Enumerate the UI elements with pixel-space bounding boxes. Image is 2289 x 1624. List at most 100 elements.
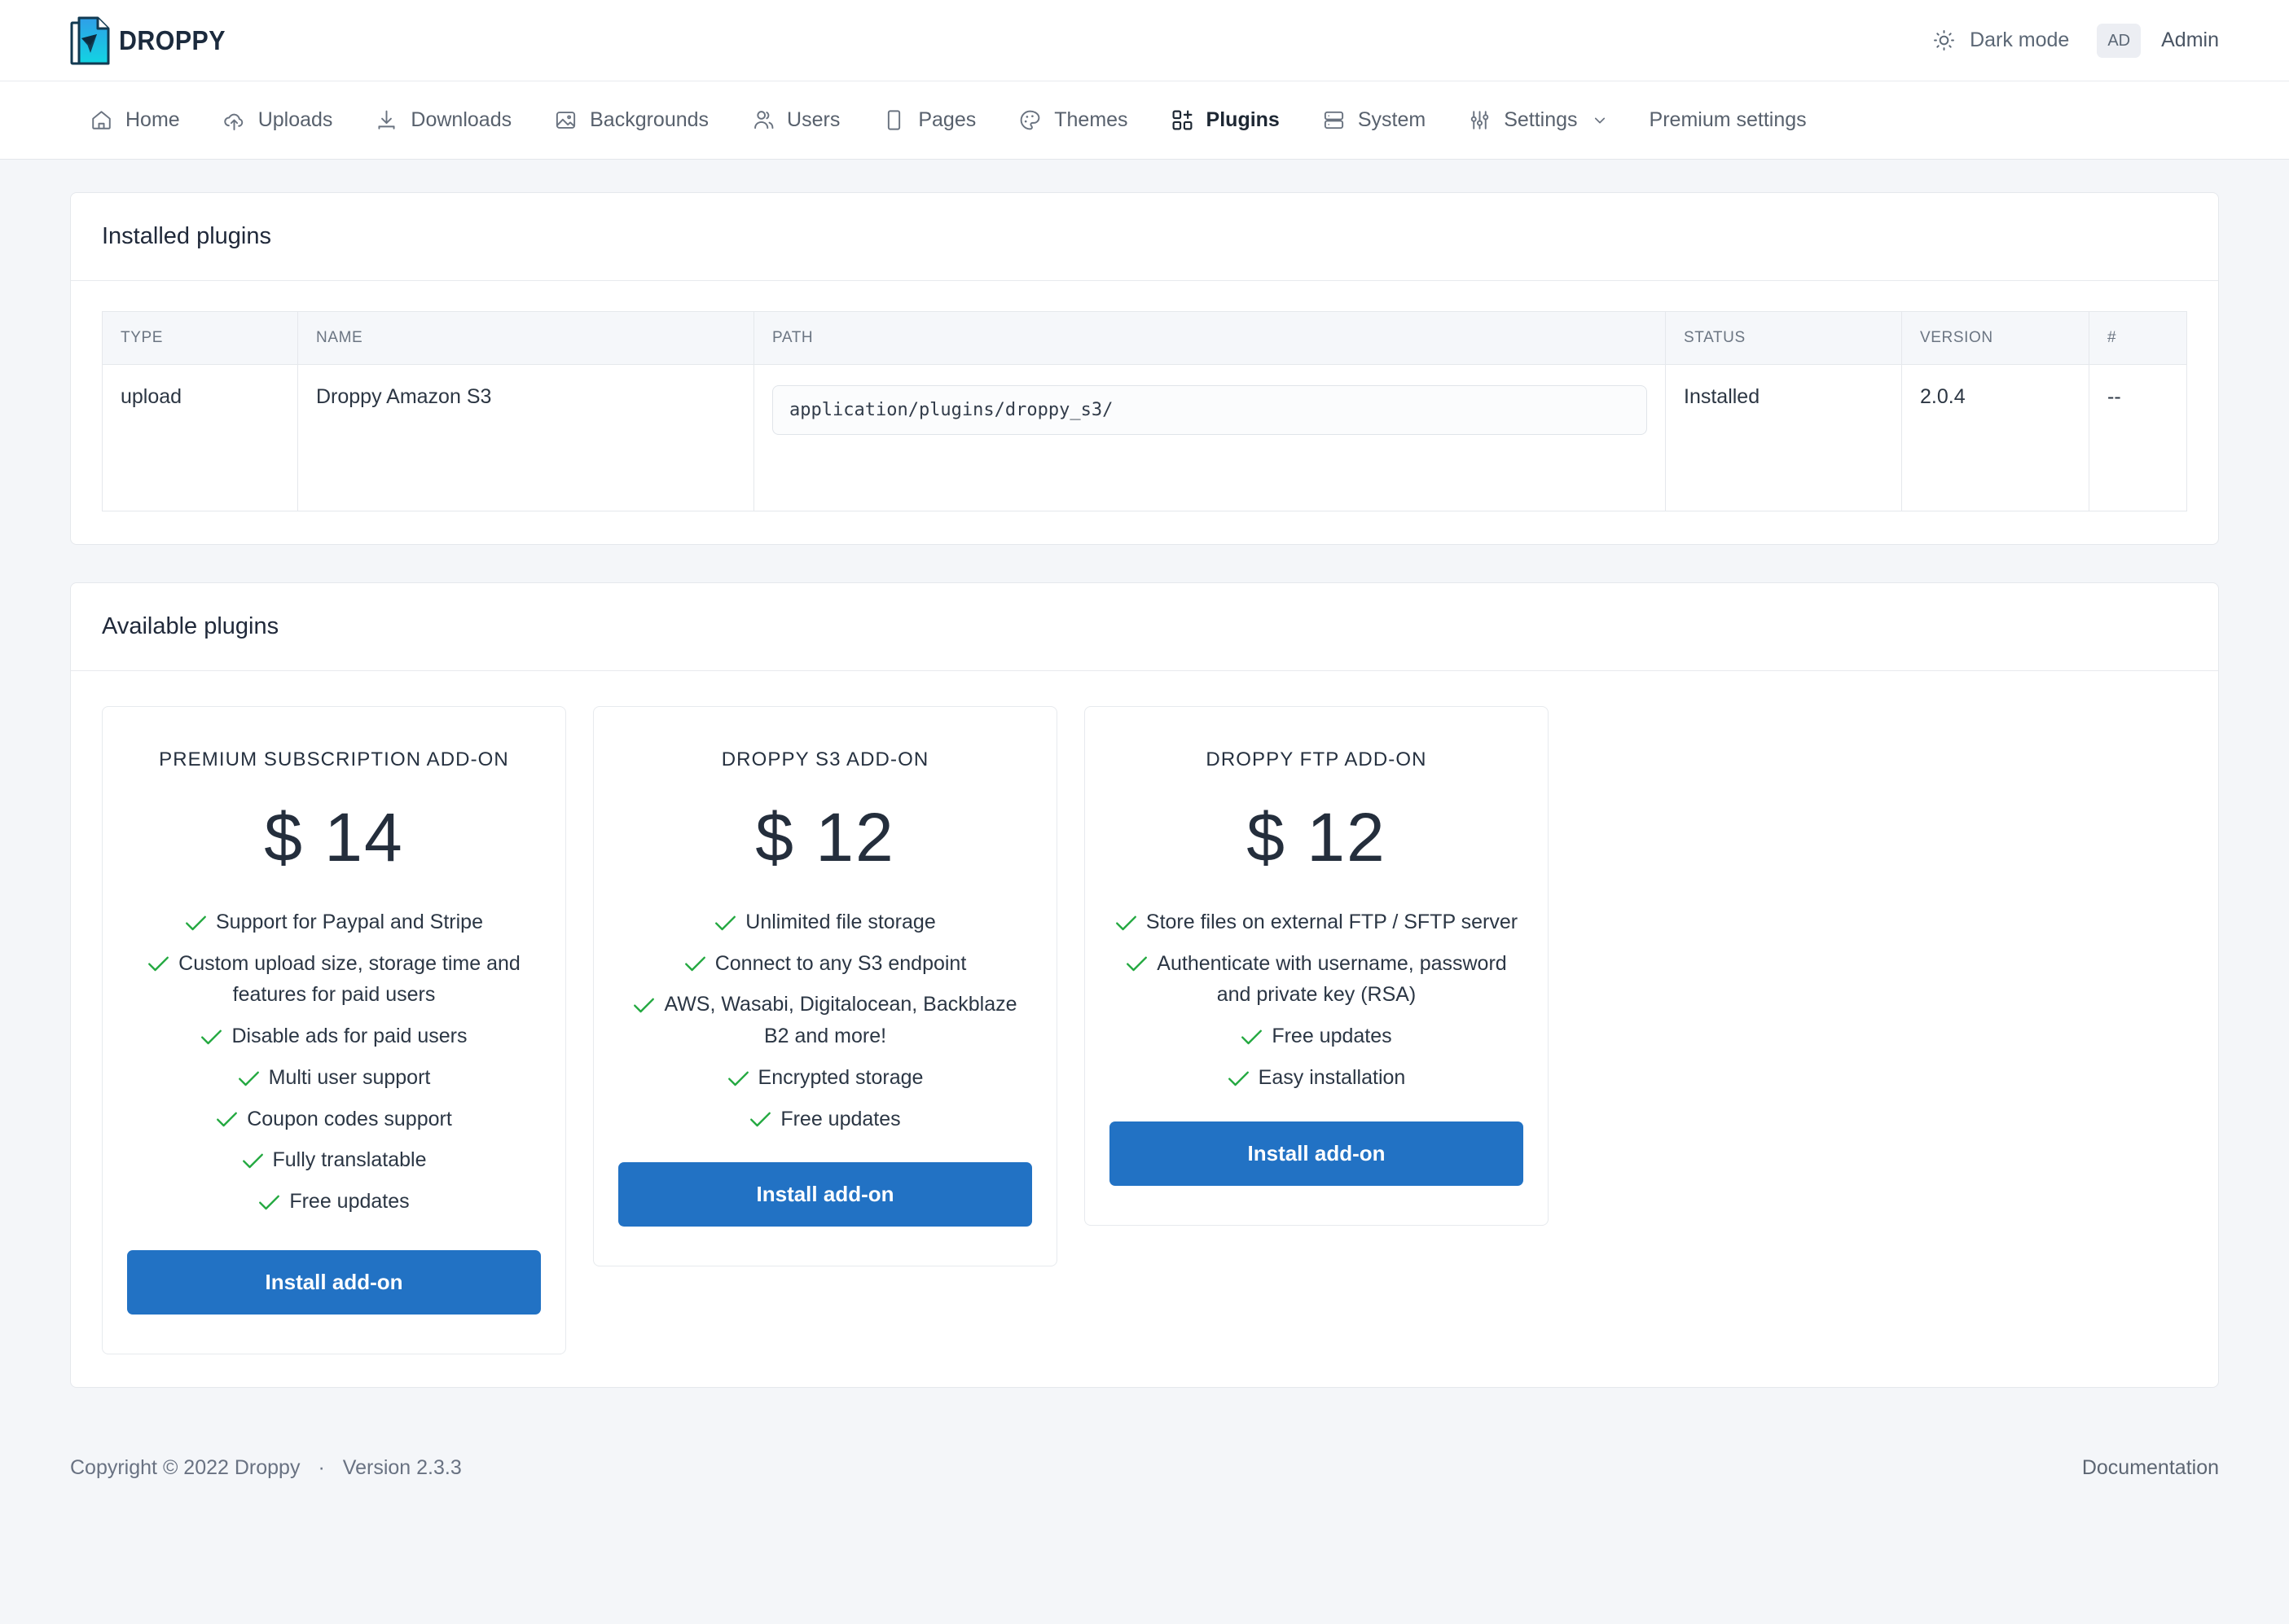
main-content: Installed plugins TYPE NAME PATH STATUS … <box>0 160 2289 1388</box>
feature-text: Disable ads for paid users <box>231 1025 468 1048</box>
cell-name: Droppy Amazon S3 <box>297 364 754 511</box>
brand-wordmark: DROPPY <box>119 24 226 55</box>
chevron-down-icon <box>1590 113 1607 128</box>
check-icon <box>1228 1064 1250 1086</box>
feature-text: Coupon codes support <box>247 1107 452 1130</box>
check-icon <box>1115 909 1137 930</box>
feature-item: Fully translatable <box>127 1144 541 1176</box>
feature-text: Encrypted storage <box>758 1065 924 1089</box>
column-header-name[interactable]: NAME <box>297 311 754 365</box>
nav-item-system[interactable]: System <box>1301 81 1447 160</box>
feature-text: Authenticate with username, password and… <box>1157 951 1507 1007</box>
check-icon <box>216 1106 238 1127</box>
nav-label: Downloads <box>411 108 512 131</box>
check-icon <box>727 1064 749 1086</box>
feature-item: Coupon codes support <box>127 1104 541 1135</box>
installed-plugins-body: TYPE NAME PATH STATUS VERSION # upload D… <box>71 281 2218 544</box>
available-plugins-title: Available plugins <box>102 613 279 639</box>
image-icon <box>554 108 578 132</box>
feature-item: Support for Paypal and Stripe <box>127 906 541 938</box>
documentation-link[interactable]: Documentation <box>2082 1456 2219 1480</box>
home-icon <box>90 108 113 132</box>
brand-logo-link[interactable]: DROPPY <box>70 15 235 66</box>
feature-text: Custom upload size, storage time and fea… <box>178 951 521 1007</box>
feature-item: Connect to any S3 endpoint <box>618 948 1032 980</box>
feature-text: Free updates <box>289 1190 410 1214</box>
user-name[interactable]: Admin <box>2141 29 2219 52</box>
grid-plus-icon <box>1171 108 1194 132</box>
nav-item-pages[interactable]: Pages <box>861 81 997 160</box>
check-icon <box>258 1188 280 1209</box>
feature-list: Unlimited file storage Connect to any S3… <box>618 906 1032 1135</box>
footer-version: Version 2.3.3 <box>342 1455 462 1479</box>
cell-version: 2.0.4 <box>1901 364 2089 511</box>
feature-item: AWS, Wasabi, Digitalocean, Backblaze B2 … <box>618 989 1032 1052</box>
topbar-right-group: Dark mode AD Admin <box>1932 23 2219 58</box>
feature-item: Easy installation <box>1109 1062 1523 1094</box>
table-body: upload Droppy Amazon S3 Installed 2.0.4 … <box>102 364 2187 511</box>
card-price: $ 14 <box>264 798 404 876</box>
palette-icon <box>1018 108 1042 132</box>
feature-text: Support for Paypal and Stripe <box>216 910 483 933</box>
nav-label: Settings <box>1504 108 1578 131</box>
check-icon <box>200 1023 222 1044</box>
plugin-path-input[interactable] <box>772 385 1647 435</box>
installed-plugins-table: TYPE NAME PATH STATUS VERSION # upload D… <box>102 311 2187 511</box>
feature-text: Free updates <box>780 1107 901 1130</box>
column-header-version[interactable]: VERSION <box>1901 311 2089 365</box>
nav-item-users[interactable]: Users <box>730 81 861 160</box>
card-price: $ 12 <box>755 798 895 876</box>
feature-text: Multi user support <box>268 1065 431 1089</box>
feature-item: Free updates <box>1109 1020 1523 1052</box>
nav-item-home[interactable]: Home <box>70 81 201 160</box>
install-add-on-button[interactable]: Install add-on <box>1109 1121 1523 1186</box>
feature-item: Free updates <box>127 1186 541 1218</box>
nav-item-settings[interactable]: Settings <box>1447 81 1628 160</box>
sliders-icon <box>1468 108 1492 132</box>
nav-label: Users <box>787 108 841 131</box>
page-title: Installed plugins <box>102 223 271 249</box>
column-header-path[interactable]: PATH <box>753 311 1666 365</box>
feature-list: Store files on external FTP / SFTP serve… <box>1109 906 1523 1094</box>
nav-item-backgrounds[interactable]: Backgrounds <box>533 81 730 160</box>
plugin-card-premium-subscription: Premium Subscription Add-on $ 14 Support… <box>102 706 566 1354</box>
dark-mode-toggle[interactable]: Dark mode <box>1932 29 2097 52</box>
avatar[interactable]: AD <box>2097 23 2142 58</box>
column-header-type[interactable]: TYPE <box>102 311 298 365</box>
nav-item-themes[interactable]: Themes <box>997 81 1149 160</box>
plugin-card-droppy-s3: Droppy S3 Add-on $ 12 Unlimited file sto… <box>593 706 1057 1267</box>
check-icon <box>238 1064 260 1086</box>
nav-item-premium-settings[interactable]: Premium settings <box>1628 81 1828 160</box>
card-price: $ 12 <box>1246 798 1386 876</box>
nav-label: Uploads <box>257 108 333 131</box>
feature-item: Unlimited file storage <box>618 906 1032 938</box>
dark-mode-label: Dark mode <box>1970 29 2070 51</box>
droppy-document-icon <box>70 15 114 66</box>
column-header-hash[interactable]: # <box>2089 311 2187 365</box>
feature-text: Store files on external FTP / SFTP serve… <box>1145 910 1518 933</box>
cell-path <box>753 364 1666 511</box>
nav-item-uploads[interactable]: Uploads <box>201 81 354 160</box>
main-navigation: Home Uploads Downloads Backgrounds Users… <box>0 81 2289 160</box>
install-add-on-button[interactable]: Install add-on <box>127 1249 541 1315</box>
table-header-row: TYPE NAME PATH STATUS VERSION # <box>102 311 2187 365</box>
footer-copyright: Copyright © 2022 Droppy <box>70 1455 301 1479</box>
feature-text: Connect to any S3 endpoint <box>714 951 967 975</box>
installed-plugins-header: Installed plugins <box>71 193 2218 281</box>
installed-plugins-panel: Installed plugins TYPE NAME PATH STATUS … <box>70 192 2219 545</box>
cell-hash: -- <box>2089 364 2187 511</box>
nav-label: Home <box>125 108 180 131</box>
nav-item-plugins[interactable]: Plugins <box>1149 81 1301 160</box>
check-icon <box>749 1106 771 1127</box>
feature-text: Free updates <box>1272 1025 1392 1048</box>
nav-label: Backgrounds <box>590 108 710 131</box>
feature-item: Disable ads for paid users <box>127 1020 541 1052</box>
available-plugins-header: Available plugins <box>71 583 2218 671</box>
top-bar: DROPPY Dark mode AD Admin <box>0 0 2289 81</box>
cell-status: Installed <box>1665 364 1902 511</box>
table-row: upload Droppy Amazon S3 Installed 2.0.4 … <box>102 364 2187 511</box>
column-header-status[interactable]: STATUS <box>1665 311 1902 365</box>
nav-item-downloads[interactable]: Downloads <box>354 81 533 160</box>
table-header: TYPE NAME PATH STATUS VERSION # <box>102 311 2187 365</box>
install-add-on-button[interactable]: Install add-on <box>618 1162 1032 1227</box>
